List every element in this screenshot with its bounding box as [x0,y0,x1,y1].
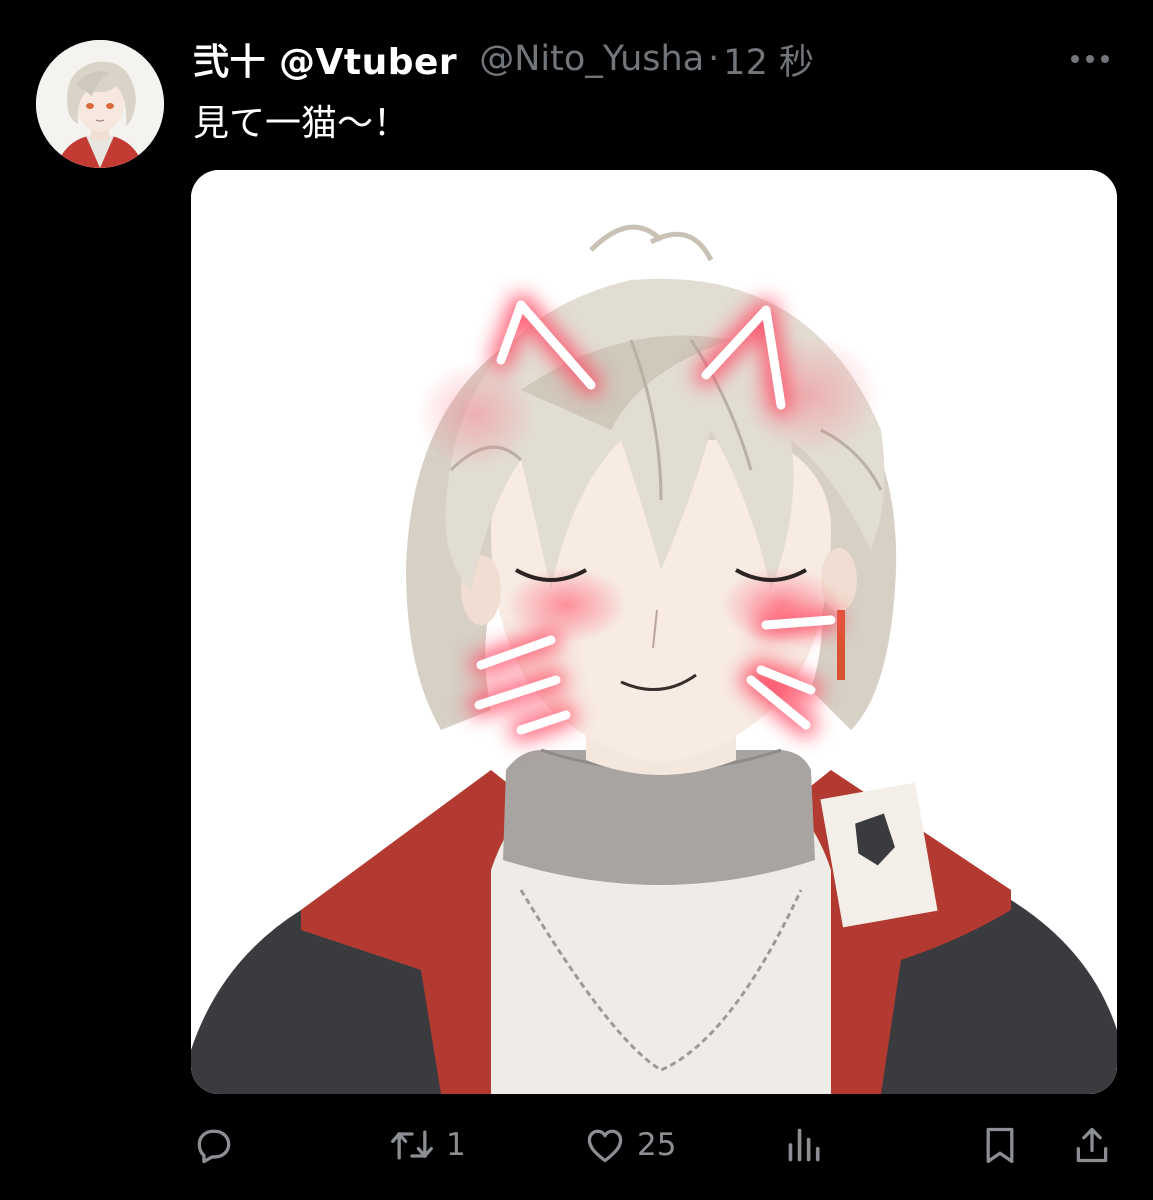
reply-button[interactable] [192,1115,246,1175]
avatar-image [36,40,164,168]
reply-bubble-icon [197,1129,231,1164]
display-name[interactable]: 弐十 @Vtuber [193,33,457,85]
bookmark-button[interactable] [980,1115,1020,1175]
like-count: 25 [637,1127,677,1163]
bar-chart-icon [788,1128,820,1162]
share-upload-icon [1076,1127,1108,1163]
like-button[interactable]: 25 [583,1115,676,1175]
ellipsis-icon [1071,55,1109,63]
action-bar: 1 25 [0,1115,1153,1175]
user-handle[interactable]: @Nito_Yusha [479,39,704,79]
retweet-count: 1 [446,1127,466,1163]
separator-dot: · [708,39,720,79]
views-button[interactable] [785,1115,825,1175]
retweet-icon [391,1130,433,1160]
tweet-text: 見て一猫〜！ [193,103,410,144]
avatar[interactable] [36,40,164,168]
tweet-media[interactable] [191,170,1117,1094]
share-button[interactable] [1072,1115,1112,1175]
tweet[interactable]: 弐十 @Vtuber @Nito_Yusha · 12 秒 見て一猫〜！ 1 2… [0,0,1153,1200]
more-options-button[interactable] [1067,44,1113,74]
bookmark-icon [986,1127,1014,1164]
heart-icon [587,1129,623,1163]
retweet-button[interactable]: 1 [388,1115,466,1175]
tweet-header: 弐十 @Vtuber @Nito_Yusha · 12 秒 [193,34,1113,84]
anime-character-illustration [191,170,1117,1094]
timestamp[interactable]: 12 秒 [723,34,814,85]
